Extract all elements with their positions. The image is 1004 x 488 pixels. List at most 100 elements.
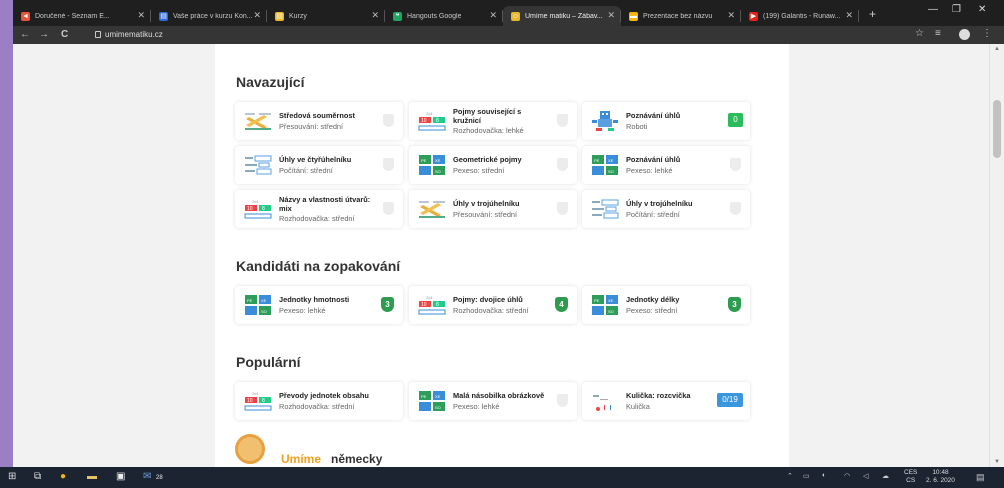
browser-tab[interactable]: ❝ Hangouts Google ✕ [385, 6, 503, 26]
card-subtitle: Rozhodovačka: střední [453, 306, 529, 315]
decide-icon: 2x4 10 8 [417, 293, 447, 317]
close-window-button[interactable]: ✕ [978, 4, 986, 15]
tab-close-icon[interactable]: ✕ [371, 10, 379, 21]
file-explorer-icon[interactable]: ▬ [87, 471, 97, 484]
card-subtitle: Přesouvání: střední [279, 122, 344, 131]
card-title: Názvy a vlastnosti útvarů: mix [279, 195, 371, 213]
forward-button[interactable]: → [39, 29, 49, 40]
browser-tab[interactable]: ▬ Prezentace bez názvu ✕ [621, 6, 741, 26]
exercise-card[interactable]: 2x4 10 8 Pojmy: dvojice úhlů Rozhodovačka: s… [409, 286, 577, 324]
tab-title: Doručené - Seznam E... [35, 12, 110, 20]
tab-favicon-icon: ◄ [21, 11, 30, 21]
task-view-icon[interactable]: ⧉ [34, 471, 41, 484]
tab-close-icon[interactable]: ✕ [727, 10, 735, 21]
section-title: Kandidáti na zopakování [236, 258, 401, 274]
back-button[interactable]: ← [20, 29, 30, 40]
move-icon [243, 109, 273, 133]
browser-tab[interactable]: ◄ Doručené - Seznam E... ✕ [13, 6, 151, 26]
svg-text:10: 10 [421, 118, 427, 124]
exercise-card[interactable]: Středová souměrnost Přesouvání: střední [235, 102, 403, 140]
card-subtitle: Počítání: střední [626, 210, 680, 219]
chrome-taskbar-icon[interactable]: ● [60, 471, 66, 484]
card-title: Kulička: rozcvička [626, 391, 691, 400]
promo-banner[interactable]: Umíme německy [235, 434, 485, 467]
decide-icon: 2x4 10 8 [243, 389, 273, 413]
exercise-card[interactable]: PE XE SO Jednotky hmotnosti Pexeso: lehké 3 [235, 286, 403, 324]
language-indicator[interactable]: CES CS [904, 469, 917, 485]
shield-icon [557, 114, 568, 127]
svg-text:2x4: 2x4 [252, 199, 259, 204]
card-subtitle: Pexeso: lehké [453, 402, 500, 411]
shield-icon [557, 394, 568, 407]
card-title: Úhly v trojúhelníku [453, 199, 520, 208]
tab-close-icon[interactable]: ✕ [845, 10, 853, 21]
new-tab-button[interactable]: + [869, 7, 876, 21]
svg-text:2x4: 2x4 [426, 111, 433, 116]
repeat-level-badge: 3 [381, 297, 394, 312]
reload-button[interactable]: C [61, 29, 68, 40]
exercise-card[interactable]: Úhly v trojúhelníku Přesouvání: střední [409, 190, 577, 228]
tab-title: Hangouts Google [407, 12, 462, 20]
browser-tab[interactable]: ☺ Umíme matiku – Zábav... ✕ [503, 6, 621, 26]
tab-close-icon[interactable]: ✕ [137, 10, 145, 21]
pexeso-icon: PE XE SO [417, 153, 447, 177]
cloud-icon[interactable]: ☁ [882, 472, 889, 480]
scrollbar-thumb[interactable] [993, 100, 1001, 158]
lang-line1: CES [904, 469, 918, 476]
svg-text:XE: XE [608, 158, 614, 163]
url-field[interactable]: umimematiku.cz [105, 30, 163, 39]
browser-tab[interactable]: ▶ (199) Galantis - Runaw... ✕ [741, 6, 859, 26]
exercise-card[interactable]: Úhly v trojúhelníku Počítání: střední [582, 190, 750, 228]
volume-icon[interactable]: ◁ [863, 472, 868, 480]
system-clock[interactable]: 10:48 2. 6. 2020 [926, 469, 955, 485]
tab-strip: + — ❐ ✕ ◄ Doručené - Seznam E... ✕ ▤ Vaše pr… [13, 0, 1004, 26]
wifi-icon[interactable]: ◠ [844, 472, 850, 480]
store-icon[interactable]: ▣ [116, 471, 125, 484]
scroll-down-arrow-icon[interactable]: ▼ [994, 459, 1000, 465]
mail-icon[interactable]: ✉ [143, 471, 151, 484]
exercise-card[interactable]: PE XE SO Malá násobilka obrázkově Pexeso: le… [409, 382, 577, 420]
tab-favicon-icon: ❝ [393, 11, 402, 21]
card-subtitle: Kulička [626, 402, 650, 411]
exercise-card[interactable]: Kulička: rozcvička Kulička 0/19 [582, 382, 750, 420]
exercise-card[interactable]: PE XE SO Geometrické pojmy Pexeso: střední [409, 146, 577, 184]
card-subtitle: Roboti [626, 122, 648, 131]
tab-close-icon[interactable]: ✕ [489, 10, 497, 21]
browser-tab[interactable]: ▤ Kurzy ✕ [267, 6, 385, 26]
exercise-card[interactable]: 2x4 10 8 Pojmy související s kružnicí Rozhod… [409, 102, 577, 140]
minimize-button[interactable]: — [928, 4, 938, 15]
exercise-card[interactable]: 2x4 10 8 Převody jednotek obsahu Rozhodovačk… [235, 382, 403, 420]
profile-avatar[interactable] [959, 29, 970, 40]
playlist-icon[interactable]: ≡ [935, 28, 941, 39]
battery-icon[interactable]: ▭ [803, 472, 810, 480]
exercise-card[interactable]: 2x4 10 8 Názvy a vlastnosti útvarů: mix Rozh… [235, 190, 403, 228]
start-windows-icon[interactable]: ⊞ [8, 471, 16, 484]
vertical-scrollbar[interactable]: ▲ ▼ [989, 44, 1004, 467]
lock-icon [95, 31, 101, 38]
shield-icon [383, 202, 394, 215]
pexeso-icon: PE XE SO [590, 153, 620, 177]
svg-text:10: 10 [421, 302, 427, 308]
exercise-card[interactable]: PE XE SO Poznávání úhlů Pexeso: lehké [582, 146, 750, 184]
card-title: Pojmy související s kružnicí [453, 107, 522, 125]
exercise-card[interactable]: Úhly ve čtyřúhelníku Počítání: střední [235, 146, 403, 184]
section-title: Populární [236, 354, 301, 370]
browser-tab[interactable]: ▤ Vaše práce v kurzu Kon... ✕ [151, 6, 267, 26]
promo-text: německy [331, 452, 383, 466]
tray-app-icon[interactable]: ◐ [822, 472, 826, 479]
notifications-icon[interactable]: ▤ [976, 472, 985, 483]
exercise-card[interactable]: PE XE SO Jednotky délky Pexeso: střední 3 [582, 286, 750, 324]
tab-close-icon[interactable]: ✕ [607, 10, 615, 21]
address-bar: ← → C umimematiku.cz ☆ ≡ ⋮ [13, 26, 1004, 44]
tab-close-icon[interactable]: ✕ [253, 10, 261, 21]
bookmark-star-icon[interactable]: ☆ [915, 28, 924, 39]
tray-chevron-icon[interactable]: ⌃ [787, 472, 793, 480]
browser-menu-icon[interactable]: ⋮ [982, 28, 992, 39]
exercise-card[interactable]: Poznávání úhlů Roboti 0 [582, 102, 750, 140]
scroll-up-arrow-icon[interactable]: ▲ [994, 46, 1000, 52]
maximize-button[interactable]: ❐ [952, 4, 961, 15]
card-subtitle: Pexeso: střední [626, 306, 678, 315]
svg-text:8: 8 [436, 118, 439, 124]
svg-text:PE: PE [594, 298, 600, 303]
tab-title: (199) Galantis - Runaw... [763, 12, 841, 20]
